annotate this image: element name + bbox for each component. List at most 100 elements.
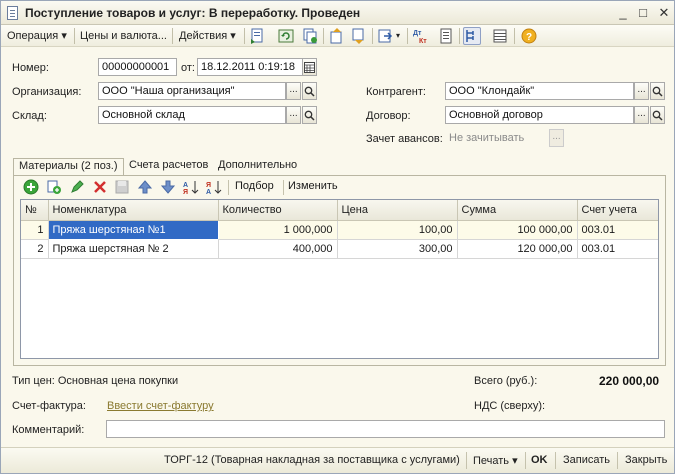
create-invoice-link[interactable]: Ввести счет-фактуру [107, 400, 214, 412]
date-label: от: [181, 62, 195, 74]
warehouse-open-button[interactable] [302, 106, 317, 124]
move-up-icon[interactable] [328, 27, 346, 45]
maximize-button[interactable]: □ [635, 5, 651, 21]
add-row-icon[interactable] [23, 179, 39, 195]
tab-additional[interactable]: Дополнительно [213, 158, 302, 175]
materials-table: № Номенклатура Количество Цена Сумма Сче… [20, 199, 659, 359]
change-button[interactable]: Изменить [288, 180, 338, 192]
svg-text:?: ? [526, 32, 532, 43]
cell-sum[interactable]: 120 000,00 [457, 239, 578, 259]
move-row-up-icon[interactable] [137, 179, 153, 195]
contract-label: Договор: [366, 110, 411, 122]
bottom-bar-separator [617, 452, 618, 469]
cell-quantity[interactable]: 1 000,000 [218, 220, 338, 240]
toolbar-separator [244, 28, 245, 44]
total-label: Всего (руб.): [474, 375, 538, 387]
warehouse-field[interactable]: Основной склад [98, 106, 286, 124]
contract-select-button[interactable]: ... [634, 106, 649, 124]
column-header-nomenclature[interactable]: Номенклатура [48, 200, 219, 221]
go-to-dropdown-arrow[interactable]: ▾ [396, 28, 400, 44]
copy-icon[interactable] [301, 27, 319, 45]
cell-quantity[interactable]: 400,000 [218, 239, 338, 259]
move-row-down-icon[interactable] [160, 179, 176, 195]
table-row[interactable]: 1 Пряжа шерстяная №1 1 000,000 100,00 10… [21, 219, 658, 240]
grid-toolbar: АЯ ЯА Подбор Изменить [15, 178, 655, 197]
contract-open-button[interactable] [650, 106, 665, 124]
toolbar-separator [323, 28, 324, 44]
cell-price[interactable]: 100,00 [337, 220, 458, 240]
column-header-account[interactable]: Счет учета [577, 200, 658, 221]
cell-price[interactable]: 300,00 [337, 239, 458, 259]
invoice-label: Счет-фактура: [12, 400, 86, 412]
tab-materials[interactable]: Материалы (2 поз.) [13, 158, 124, 176]
advance-field[interactable]: Не зачитывать [445, 129, 549, 147]
go-to-icon[interactable] [377, 27, 395, 45]
contractor-field[interactable]: ООО "Клондайк" [445, 82, 634, 100]
copy-row-icon[interactable] [46, 179, 62, 195]
comment-label: Комментарий: [12, 424, 85, 436]
cell-number[interactable]: 2 [21, 239, 49, 259]
organization-open-button[interactable] [302, 82, 317, 100]
sort-descending-icon[interactable]: ЯА [206, 179, 222, 195]
number-field[interactable]: 00000000001 [98, 58, 177, 76]
column-header-sum[interactable]: Сумма [457, 200, 578, 221]
list-icon[interactable] [491, 27, 509, 45]
sort-ascending-icon[interactable]: АЯ [183, 179, 199, 195]
post-document-icon[interactable] [249, 27, 267, 45]
prices-currency-button[interactable]: Цены и валюта... [80, 28, 167, 44]
close-button[interactable]: ✕ [656, 5, 672, 21]
contractor-open-button[interactable] [650, 82, 665, 100]
calendar-icon [304, 62, 315, 73]
minimize-button[interactable]: _ [615, 5, 631, 21]
edit-row-icon[interactable] [69, 179, 85, 195]
date-field[interactable]: 18.12.2011 0:19:18 [197, 58, 303, 76]
register-icon[interactable] [437, 27, 455, 45]
cell-number[interactable]: 1 [21, 220, 49, 240]
column-header-quantity[interactable]: Количество [218, 200, 338, 221]
end-edit-icon [115, 180, 129, 194]
actions-menu[interactable]: Действия ▾ [179, 28, 236, 44]
price-type-label[interactable]: Тип цен: Основная цена покупки [12, 375, 178, 387]
selection-button[interactable]: Подбор [235, 180, 274, 192]
structure-toggle[interactable] [463, 27, 481, 45]
operation-menu[interactable]: Операция ▾ [7, 28, 67, 44]
advance-select-button: ... [549, 129, 564, 147]
dt-kt-icon[interactable]: Дт Кт [412, 27, 430, 45]
refresh-icon[interactable] [277, 27, 295, 45]
warehouse-select-button[interactable]: ... [286, 106, 301, 124]
help-icon[interactable]: ? [520, 27, 538, 45]
svg-text:Я: Я [206, 182, 211, 189]
toolbar-separator [172, 28, 173, 44]
toolbar-separator [459, 28, 460, 44]
table-row[interactable]: 2 Пряжа шерстяная № 2 400,000 300,00 120… [21, 239, 658, 259]
organization-field[interactable]: ООО "Наша организация" [98, 82, 286, 100]
delete-row-icon[interactable] [92, 179, 108, 195]
ok-button[interactable]: OK [531, 454, 548, 466]
cell-account[interactable]: 003.01 [577, 239, 658, 259]
contract-field[interactable]: Основной договор [445, 106, 634, 124]
cell-nomenclature[interactable]: Пряжа шерстяная №1 [47, 219, 219, 240]
contractor-select-button[interactable]: ... [634, 82, 649, 100]
calendar-button[interactable] [302, 58, 317, 76]
document-icon [7, 6, 18, 20]
column-header-number[interactable]: № [21, 200, 49, 221]
magnifier-icon [652, 110, 663, 121]
svg-text:А: А [183, 182, 188, 189]
organization-select-button[interactable]: ... [286, 82, 301, 100]
close-form-button[interactable]: Закрыть [625, 454, 667, 466]
column-header-price[interactable]: Цена [337, 200, 458, 221]
torg12-print-button[interactable]: ТОРГ-12 (Товарная накладная за поставщик… [164, 454, 460, 466]
print-menu[interactable]: Печать ▾ [473, 454, 518, 467]
comment-field[interactable] [106, 420, 665, 438]
svg-text:Кт: Кт [419, 38, 427, 45]
save-button[interactable]: Записать [563, 454, 610, 466]
magnifier-icon [304, 86, 315, 97]
cell-nomenclature[interactable]: Пряжа шерстяная № 2 [48, 239, 219, 259]
cell-sum[interactable]: 100 000,00 [457, 220, 578, 240]
cell-account[interactable]: 003.01 [577, 220, 658, 240]
toolbar-separator [372, 28, 373, 44]
warehouse-label: Склад: [12, 110, 47, 122]
tab-settlement-accounts[interactable]: Счета расчетов [124, 158, 213, 175]
table-header-row: № Номенклатура Количество Цена Сумма Сче… [21, 200, 658, 221]
move-down-icon[interactable] [350, 27, 368, 45]
